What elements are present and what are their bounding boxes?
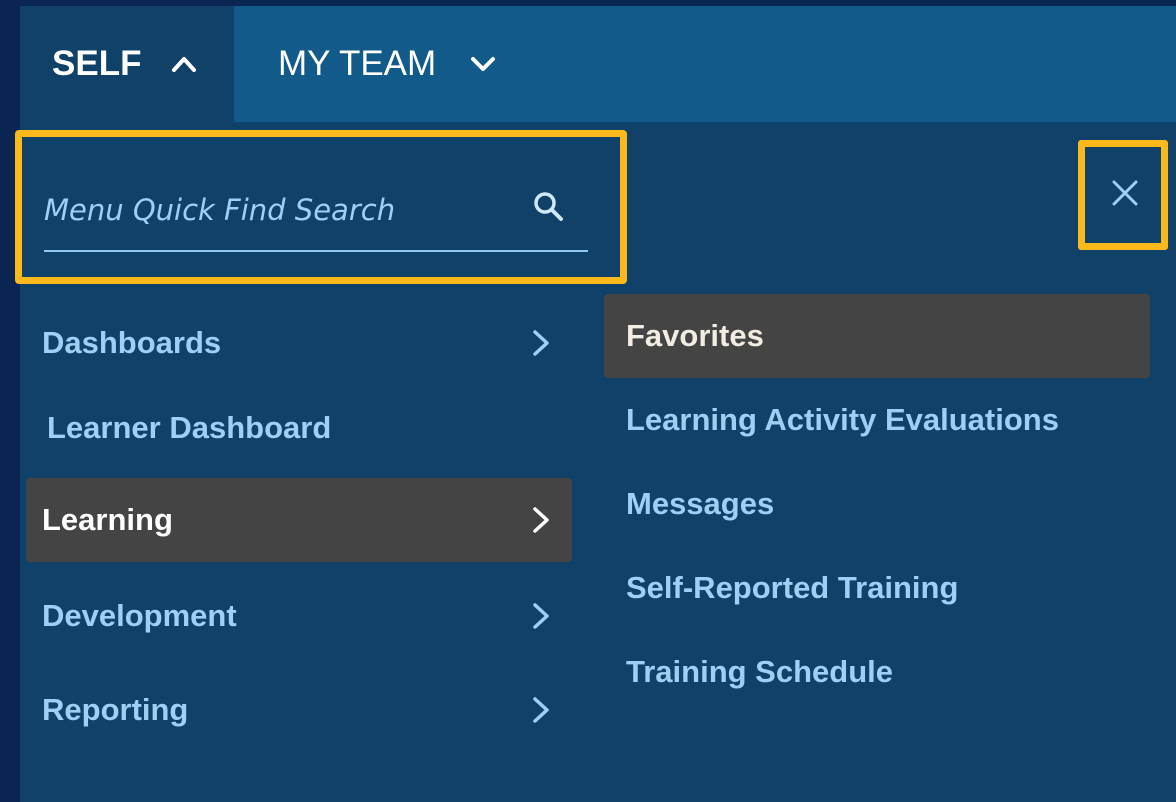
submenu-item-label: Favorites — [626, 318, 764, 353]
menu-item-development[interactable]: Development — [26, 574, 572, 658]
navigation-menu-panel: SELF MY TEAM Menu Quick Find Search Dash… — [15, 6, 1176, 802]
chevron-down-icon — [471, 57, 496, 71]
submenu-item-favorites[interactable]: Favorites — [604, 294, 1150, 378]
search-field — [44, 166, 588, 252]
tab-self-label: SELF — [52, 44, 142, 83]
submenu-item-label: Learning Activity Evaluations — [626, 402, 1059, 437]
tab-self[interactable]: SELF — [20, 6, 234, 122]
submenu-item-self-reported-training[interactable]: Self-Reported Training — [604, 546, 1150, 630]
menu-item-label: Development — [42, 598, 237, 633]
tab-my-team-label: MY TEAM — [278, 44, 437, 83]
menu-item-dashboards[interactable]: Dashboards — [26, 301, 572, 385]
search-input[interactable] — [44, 188, 514, 232]
submenu-item-label: Messages — [626, 486, 775, 521]
submenu-item-label: Training Schedule — [626, 654, 893, 689]
chevron-right-icon — [533, 697, 549, 723]
chevron-right-icon — [533, 603, 549, 629]
menu-item-label: Learning — [42, 502, 173, 537]
chevron-right-icon — [533, 507, 549, 533]
chevron-right-icon — [533, 330, 549, 356]
search-icon[interactable] — [532, 190, 566, 224]
tab-my-team[interactable]: MY TEAM — [278, 6, 496, 122]
tab-bar: SELF MY TEAM — [20, 6, 1176, 122]
close-icon[interactable] — [1112, 180, 1138, 206]
submenu-item-training-schedule[interactable]: Training Schedule — [604, 630, 1150, 714]
menu-item-label: Reporting — [42, 692, 189, 727]
menu-item-reporting[interactable]: Reporting — [26, 668, 572, 752]
submenu-item-learning-activity-evaluations[interactable]: Learning Activity Evaluations — [604, 378, 1150, 462]
screen-background: SELF MY TEAM Menu Quick Find Search Dash… — [0, 0, 1176, 802]
menu-link-learner-dashboard[interactable]: Learner Dashboard — [47, 410, 331, 446]
submenu-item-label: Self-Reported Training — [626, 570, 959, 605]
chevron-up-icon — [172, 57, 197, 72]
menu-item-label: Dashboards — [42, 325, 222, 360]
submenu-item-messages[interactable]: Messages — [604, 462, 1150, 546]
menu-item-learning[interactable]: Learning — [26, 478, 572, 562]
